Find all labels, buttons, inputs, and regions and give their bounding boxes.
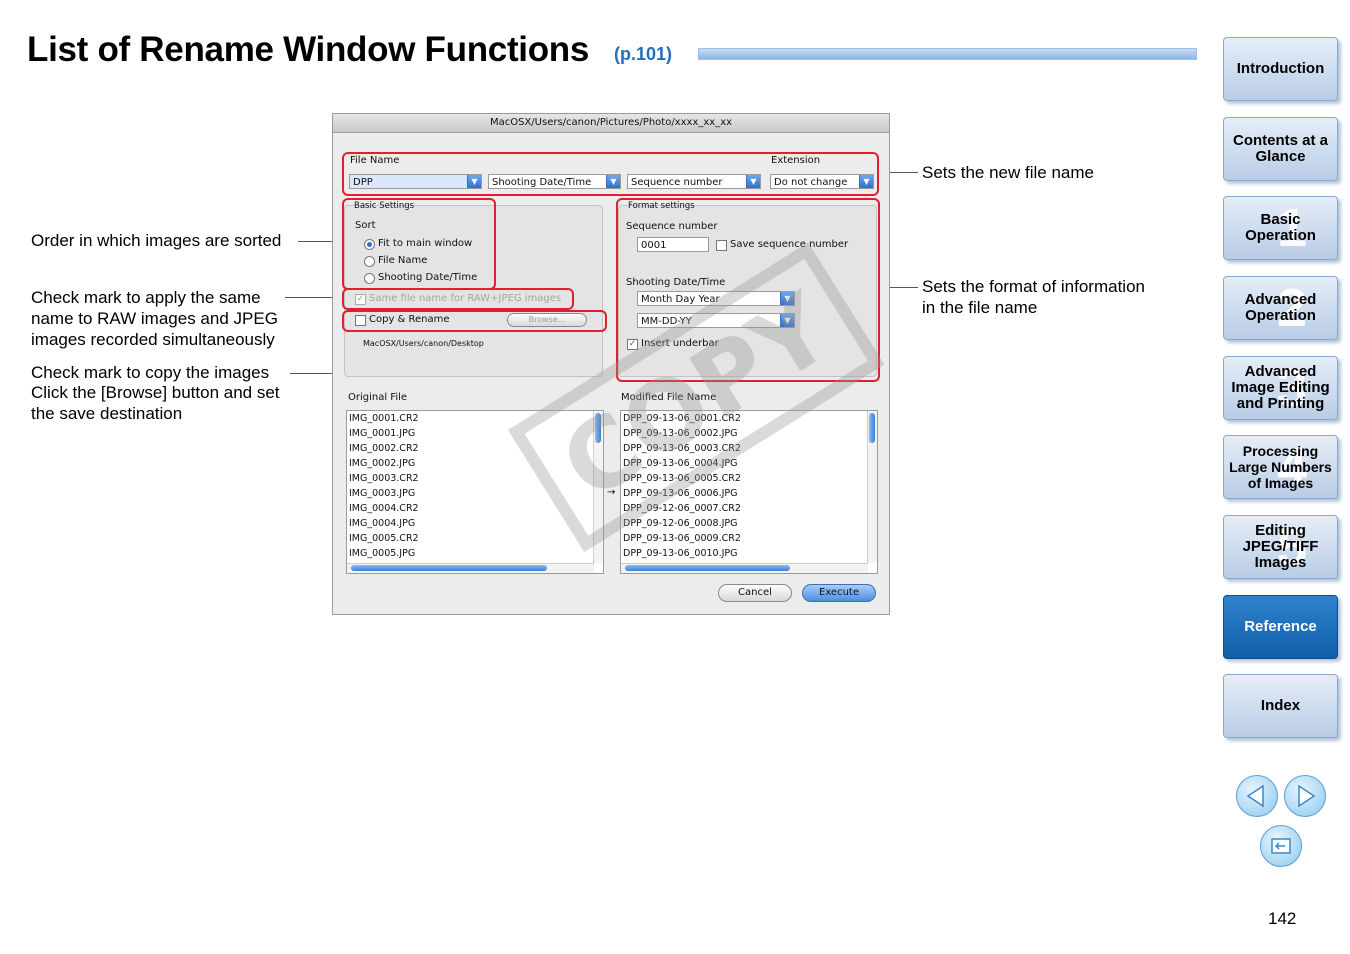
callout-format-2: in the file name (922, 298, 1038, 317)
list-item[interactable]: DPP_09-13-06_0003.CR2 (623, 443, 741, 454)
horizontal-scrollbar[interactable] (347, 563, 594, 573)
highlight-copy-rename (342, 310, 607, 332)
rename-dialog: MacOSX/Users/canon/Pictures/Photo/xxxx_x… (332, 113, 890, 615)
nav-advanced-image-editing[interactable]: 3 Advanced Image Editing and Printing (1223, 356, 1338, 420)
original-file-list[interactable]: IMG_0001.CR2 IMG_0001.JPG IMG_0002.CR2 I… (346, 410, 604, 574)
nav-basic-operation[interactable]: 1 Basic Operation (1223, 196, 1338, 260)
modified-file-label: Modified File Name (621, 392, 717, 403)
list-item[interactable]: DPP_09-12-06_0007.CR2 (623, 503, 741, 514)
callout-raw-jpeg-1: Check mark to apply the same (31, 288, 261, 307)
title-accent-bar (698, 48, 1197, 60)
vertical-scrollbar[interactable] (867, 411, 877, 563)
highlight-file-name (342, 152, 879, 196)
page-title: List of Rename Window Functions (27, 30, 590, 69)
list-item[interactable]: IMG_0005.CR2 (349, 533, 419, 544)
highlight-sort (342, 198, 496, 290)
callout-copy-1: Check mark to copy the images (31, 363, 270, 382)
list-item[interactable]: DPP_09-13-06_0009.CR2 (623, 533, 741, 544)
nav-editing-jpeg-tiff[interactable]: 5 Editing JPEG/TIFF Images (1223, 515, 1338, 579)
triangle-right-icon (1298, 784, 1316, 808)
nav-advanced-operation[interactable]: 2 Advanced Operation (1223, 276, 1338, 340)
nav-introduction[interactable]: Introduction (1223, 37, 1338, 101)
original-file-label: Original File (348, 392, 408, 403)
nav-label: Introduction (1236, 60, 1325, 77)
list-item[interactable]: IMG_0005.JPG (349, 548, 415, 559)
highlight-raw-jpeg (342, 288, 574, 310)
callout-new-file-name: Sets the new file name (922, 163, 1094, 182)
previous-page-button[interactable] (1236, 775, 1278, 817)
nav-label: Reference (1244, 618, 1317, 635)
list-item[interactable]: IMG_0004.JPG (349, 518, 415, 529)
next-page-button[interactable] (1284, 775, 1326, 817)
arrow-icon: → (607, 487, 616, 498)
horizontal-scrollbar[interactable] (621, 563, 868, 573)
nav-label: Advanced Operation (1244, 291, 1317, 324)
callout-sort-order: Order in which images are sorted (31, 231, 282, 250)
list-item[interactable]: DPP_09-13-06_0004.JPG (623, 458, 737, 469)
nav-index[interactable]: Index (1223, 674, 1338, 738)
scroll-thumb[interactable] (625, 565, 790, 571)
list-item[interactable]: DPP_09-13-06_0001.CR2 (623, 413, 741, 424)
list-item[interactable]: IMG_0001.JPG (349, 428, 415, 439)
callout-raw-jpeg-3: images recorded simultaneously (31, 330, 275, 349)
vertical-scrollbar[interactable] (593, 411, 603, 563)
nav-label: Basic Operation (1245, 211, 1316, 244)
scroll-thumb[interactable] (869, 413, 875, 443)
list-item[interactable]: IMG_0003.JPG (349, 488, 415, 499)
return-button[interactable] (1260, 825, 1302, 867)
list-item[interactable]: IMG_0003.CR2 (349, 473, 419, 484)
list-item[interactable]: DPP_09-12-06_0008.JPG (623, 518, 737, 529)
nav-label: Contents at a Glance (1232, 132, 1328, 165)
destination-path: MacOSX/Users/canon/Desktop (363, 339, 484, 348)
nav-contents[interactable]: Contents at a Glance (1223, 117, 1338, 181)
dialog-title-path: MacOSX/Users/canon/Pictures/Photo/xxxx_x… (333, 114, 889, 133)
list-item[interactable]: DPP_09-13-06_0006.JPG (623, 488, 737, 499)
list-item[interactable]: DPP_09-13-06_0010.JPG (623, 548, 737, 559)
list-item[interactable]: IMG_0002.CR2 (349, 443, 419, 454)
list-item[interactable]: IMG_0002.JPG (349, 458, 415, 469)
triangle-left-icon (1246, 784, 1264, 808)
title-page-reference[interactable]: (p.101) (614, 44, 672, 65)
callout-copy-2: Click the [Browse] button and set (31, 383, 280, 402)
scroll-thumb[interactable] (351, 565, 547, 571)
nav-processing-large-numbers[interactable]: 4 Processing Large Numbers of Images (1223, 435, 1338, 499)
nav-label: Advanced Image Editing and Printing (1231, 363, 1330, 412)
callout-copy-3: the save destination (31, 404, 183, 423)
highlight-format (616, 198, 880, 382)
list-item[interactable]: IMG_0001.CR2 (349, 413, 419, 424)
cancel-button[interactable]: Cancel (718, 584, 792, 602)
nav-reference[interactable]: Reference (1223, 595, 1338, 659)
nav-label: Index (1260, 697, 1301, 714)
callout-raw-jpeg-2: name to RAW images and JPEG (31, 309, 278, 328)
list-item[interactable]: DPP_09-13-06_0005.CR2 (623, 473, 741, 484)
scroll-thumb[interactable] (595, 413, 601, 443)
nav-label: Editing JPEG/TIFF Images (1242, 522, 1319, 571)
callout-format-1: Sets the format of information (922, 277, 1145, 296)
page-number: 142 (1268, 909, 1297, 928)
nav-label: Processing Large Numbers of Images (1229, 443, 1332, 491)
execute-button[interactable]: Execute (802, 584, 876, 602)
list-item[interactable]: DPP_09-13-06_0002.JPG (623, 428, 737, 439)
return-icon (1271, 838, 1291, 854)
modified-file-list[interactable]: DPP_09-13-06_0001.CR2 DPP_09-13-06_0002.… (620, 410, 878, 574)
list-item[interactable]: IMG_0004.CR2 (349, 503, 419, 514)
